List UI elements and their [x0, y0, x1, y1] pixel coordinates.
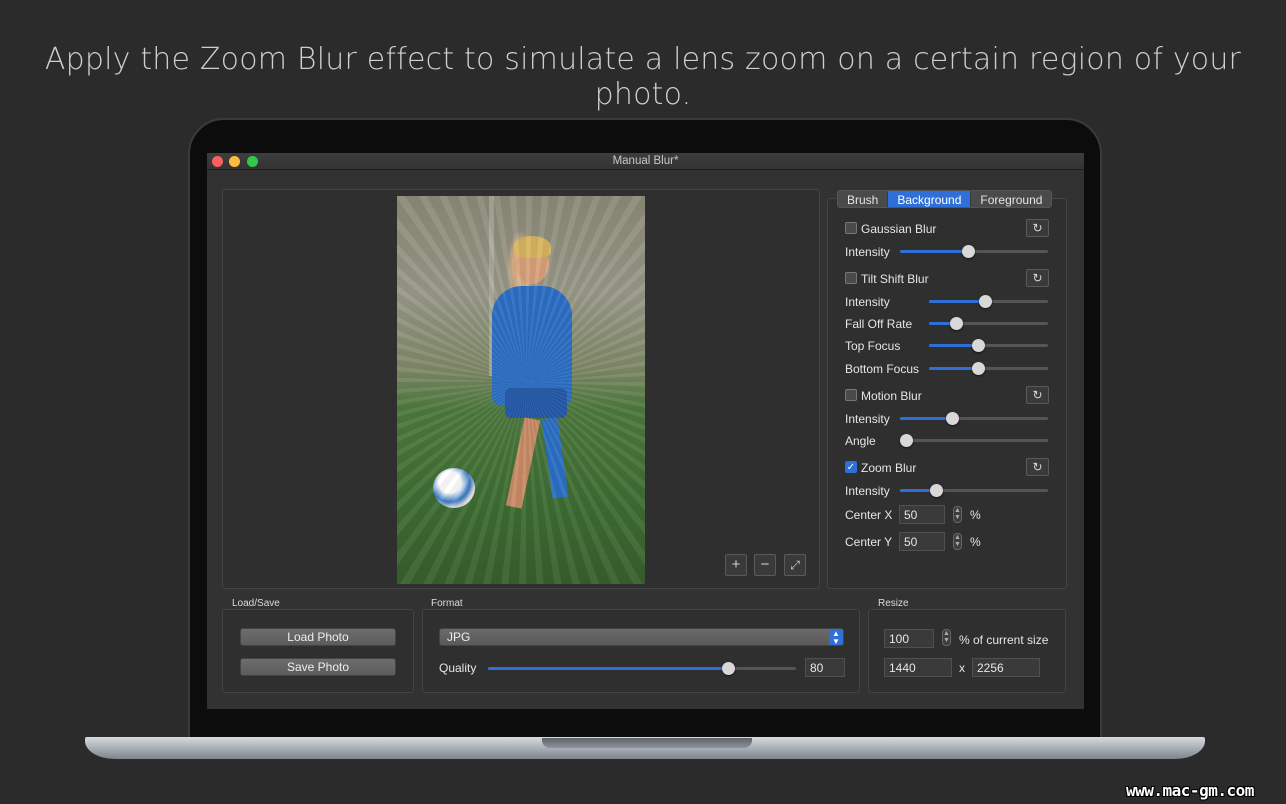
resize-width-field[interactable]: 1440 — [884, 658, 952, 677]
tilt-falloff-slider[interactable] — [929, 317, 1048, 330]
photo-preview[interactable] — [397, 196, 645, 584]
reset-icon: ↻ — [1032, 271, 1043, 285]
mode-tabs: Brush Background Foreground — [837, 190, 1053, 208]
tilt-top-focus-label: Top Focus — [845, 339, 901, 353]
resize-height-field[interactable]: 2256 — [972, 658, 1040, 677]
center-x-stepper[interactable]: ▲ ▼ — [953, 506, 962, 523]
resize-percent-stepper[interactable]: ▲ ▼ — [942, 629, 951, 646]
tilt-intensity-slider[interactable] — [929, 295, 1048, 308]
motion-reset-button[interactable]: ↻ — [1026, 386, 1049, 404]
format-panel — [422, 609, 860, 693]
app-window: Manual Blur* + − ⤢ Brush Background Fore… — [207, 153, 1084, 709]
resize-percent-label: % of current size — [959, 633, 1049, 647]
slider-knob[interactable] — [945, 412, 959, 425]
resize-times-label: x — [959, 661, 965, 675]
reset-icon: ↻ — [1032, 460, 1043, 474]
motion-angle-label: Angle — [845, 434, 876, 448]
tilt-shift-reset-button[interactable]: ↻ — [1026, 269, 1049, 287]
canvas-panel: + − ⤢ — [222, 189, 820, 589]
zoom-in-button[interactable]: + — [725, 554, 747, 576]
quality-field[interactable]: 80 — [805, 658, 845, 677]
gaussian-reset-button[interactable]: ↻ — [1026, 219, 1049, 237]
zoom-blur-label: Zoom Blur — [861, 461, 917, 475]
center-x-label: Center X — [845, 508, 893, 522]
zoom-intensity-slider[interactable] — [900, 484, 1048, 497]
tilt-bottom-focus-label: Bottom Focus — [845, 362, 920, 376]
window-title: Manual Blur* — [612, 155, 679, 167]
laptop-notch — [542, 738, 752, 748]
loadsave-panel — [222, 609, 414, 693]
center-x-unit: % — [970, 508, 981, 522]
motion-blur-label: Motion Blur — [861, 389, 922, 403]
tab-background[interactable]: Background — [888, 191, 972, 207]
motion-intensity-slider[interactable] — [900, 412, 1048, 425]
slider-knob[interactable] — [962, 245, 976, 258]
load-photo-button[interactable]: Load Photo — [240, 628, 396, 646]
resize-section-label: Resize — [878, 598, 909, 609]
motion-intensity-label: Intensity — [845, 412, 890, 426]
motion-angle-slider[interactable] — [899, 434, 1048, 447]
watermark: www.mac-gm.com — [1126, 781, 1254, 800]
center-y-field[interactable]: 50 — [899, 532, 945, 551]
center-y-label: Center Y — [845, 535, 893, 549]
quality-slider[interactable] — [488, 662, 796, 675]
tilt-falloff-label: Fall Off Rate — [845, 317, 913, 331]
reset-icon: ↻ — [1032, 388, 1043, 402]
zoom-intensity-label: Intensity — [845, 484, 890, 498]
chevron-updown-icon: ▲ ▼ — [829, 629, 843, 646]
center-y-unit: % — [970, 535, 981, 549]
slider-knob[interactable] — [899, 434, 913, 447]
motion-blur-checkbox[interactable] — [845, 389, 857, 401]
tilt-shift-blur-checkbox[interactable] — [845, 272, 857, 284]
resize-panel — [868, 609, 1066, 693]
tab-foreground[interactable]: Foreground — [971, 191, 1051, 207]
reset-icon: ↻ — [1032, 221, 1043, 235]
loadsave-section-label: Load/Save — [232, 598, 280, 609]
gaussian-blur-label: Gaussian Blur — [861, 222, 937, 236]
quality-label: Quality — [439, 661, 477, 675]
tab-brush[interactable]: Brush — [838, 191, 889, 207]
headline: Apply the Zoom Blur effect to simulate a… — [44, 42, 1242, 112]
format-selected-value: JPG — [447, 630, 471, 644]
format-select[interactable]: JPG ▲ ▼ — [439, 628, 844, 646]
tilt-bottom-focus-slider[interactable] — [929, 362, 1048, 375]
zoom-out-button[interactable]: − — [754, 554, 776, 576]
zoom-reset-button[interactable]: ↻ — [1026, 458, 1049, 476]
slider-knob[interactable] — [971, 339, 985, 352]
tilt-shift-blur-label: Tilt Shift Blur — [861, 272, 929, 286]
fit-to-screen-button[interactable]: ⤢ — [784, 554, 806, 576]
slider-knob[interactable] — [978, 295, 992, 308]
center-y-stepper[interactable]: ▲ ▼ — [953, 533, 962, 550]
title-bar: Manual Blur* — [207, 153, 1084, 170]
gaussian-intensity-slider[interactable] — [900, 245, 1048, 258]
tilt-top-focus-slider[interactable] — [929, 339, 1048, 352]
slider-knob[interactable] — [929, 484, 943, 497]
resize-percent-field[interactable]: 100 — [884, 629, 934, 648]
slider-knob[interactable] — [971, 362, 985, 375]
gaussian-intensity-label: Intensity — [845, 245, 890, 259]
gaussian-blur-checkbox[interactable] — [845, 222, 857, 234]
zoom-blur-checkbox[interactable]: ✓ — [845, 461, 857, 473]
tilt-intensity-label: Intensity — [845, 295, 890, 309]
format-section-label: Format — [431, 598, 463, 609]
save-photo-button[interactable]: Save Photo — [240, 658, 396, 676]
zoom-blur-overlay — [397, 196, 645, 584]
center-x-field[interactable]: 50 — [899, 505, 945, 524]
